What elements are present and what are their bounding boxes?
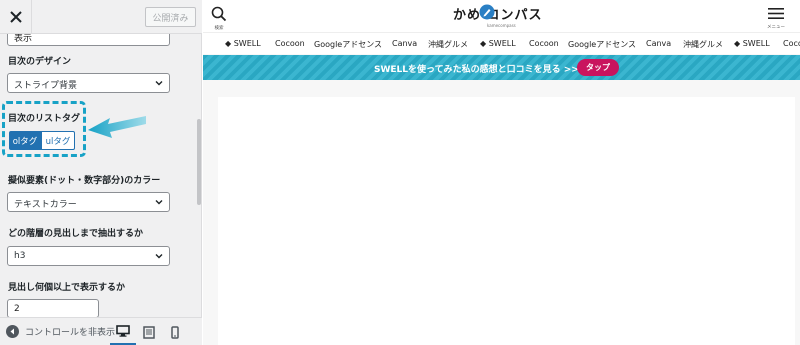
nav-item-adsense[interactable]: Googleアドセンス [568,39,636,50]
toc-design-value: ストライプ背景 [14,81,78,91]
site-header: 検索 かめ コンパス kamecompass メニュー [203,0,800,32]
site-logo[interactable]: かめ コンパス kamecompass [453,4,543,30]
nav-item-cocoon[interactable]: Cocoon [529,39,559,48]
hide-controls-label: コントロールを非表示 [25,328,116,338]
bullet-color-select[interactable]: テキストカラー [7,192,170,212]
desktop-icon [116,324,130,337]
toc-design-select[interactable]: ストライプ背景 [7,73,170,93]
customizer-footer: コントロールを非表示 [0,317,202,345]
min-headings-input[interactable]: 2 [7,299,99,317]
publish-button[interactable]: 公開済み [145,7,196,27]
customizer-sidebar: 公開済み 表示 目次のデザイン ストライプ背景 目次のリストタグ 擬似要素(ドッ… [0,0,202,345]
tablet-icon [143,325,155,339]
chevron-down-icon [155,254,163,259]
hamburger-icon [768,8,784,19]
banner-tap-button[interactable]: タップ [577,59,619,76]
close-button[interactable] [0,0,32,33]
search-button[interactable]: 検索 [210,6,228,31]
hide-controls-button[interactable]: コントロールを非表示 [6,325,115,338]
nav-item-swell[interactable]: ◆ SWELL [480,39,516,48]
ol-tag-option[interactable]: olタグ [9,131,41,150]
nav-item-cocoon[interactable]: Cocoon [275,39,305,48]
promo-banner[interactable]: SWELLを使ってみた私の感想と口コミを見る >> タップ [203,55,800,80]
bullet-color-label: 擬似要素(ドット・数字部分)のカラー [8,176,161,186]
tablet-preview-button[interactable] [136,318,162,345]
content-area [218,97,795,345]
menu-caption: メニュー [767,25,785,30]
previous-select[interactable]: 表示 [7,34,170,46]
min-headings-label: 見出し何個以上で表示するか [8,283,126,293]
bullet-color-value: テキストカラー [14,200,77,210]
desktop-preview-button[interactable] [110,318,136,345]
mobile-icon [171,325,179,339]
mobile-preview-button[interactable] [162,318,188,345]
settings-panel: 表示 目次のデザイン ストライプ背景 目次のリストタグ 擬似要素(ドット・数字部… [0,34,202,317]
heading-depth-value: h3 [14,251,26,261]
search-icon [211,6,227,22]
site-preview: 検索 かめ コンパス kamecompass メニュー ◆ SWELL Coco… [203,0,800,345]
category-nav: ◆ SWELL Cocoon Googleアドセンス Canva 沖縄グルメ ◆… [203,32,800,54]
nav-item-adsense[interactable]: Googleアドセンス [314,39,382,50]
logo-subtext: kamecompass [487,23,516,28]
heading-depth-select[interactable]: h3 [7,246,170,266]
banner-text: SWELLを使ってみた私の感想と口コミを見る >> [374,65,579,75]
scrollbar[interactable] [197,119,201,205]
toc-list-tag-label: 目次のリストタグ [8,114,81,124]
nav-item-canva[interactable]: Canva [392,39,417,48]
logo-text: かめ コンパス [453,8,543,23]
collapse-icon [6,325,19,338]
nav-item-swell[interactable]: ◆ SWELL [734,39,770,48]
toc-design-label: 目次のデザイン [8,57,72,67]
heading-depth-label: どの階層の見出しまで抽出するか [8,229,144,239]
swell-logo-icon: ◆ [480,39,489,48]
compass-pen-icon [479,4,495,20]
menu-button[interactable]: メニュー [765,5,787,30]
ul-tag-option[interactable]: ulタグ [41,131,75,150]
nav-item-okinawa[interactable]: 沖縄グルメ [683,39,723,50]
close-icon [9,10,22,23]
customizer-header: 公開済み [0,0,202,34]
swell-logo-icon: ◆ [734,39,743,48]
chevron-down-icon [155,81,163,86]
nav-item-okinawa[interactable]: 沖縄グルメ [428,39,468,50]
nav-item-swell[interactable]: ◆ SWELL [225,39,261,48]
nav-item-canva[interactable]: Canva [646,39,671,48]
search-caption: 検索 [214,26,224,31]
swell-logo-icon: ◆ [225,39,234,48]
chevron-down-icon [155,200,163,205]
nav-item-cocoon[interactable]: Cocoon [783,39,800,48]
pointer-arrow [88,116,146,138]
